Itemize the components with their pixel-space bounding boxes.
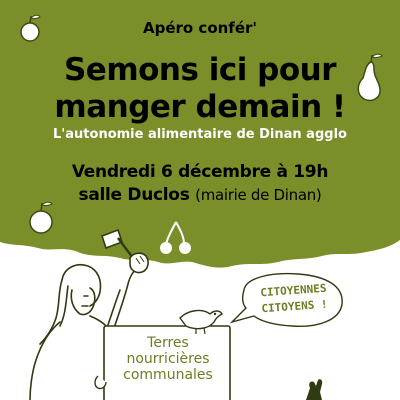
hand-icon [129,252,149,274]
sign-line-1: Terres [147,335,189,351]
event-venue: salle Duclos (mairie de Dinan) [0,185,400,205]
event-kicker: Apéro confér' [142,19,257,37]
hand-icon [306,379,323,400]
venue-name: salle Duclos [78,185,190,205]
event-poster: Apéro confér' Semons ici pour manger dem… [0,0,400,400]
headline-line-1: Semons ici pour [63,52,337,88]
headline-line-2: manger demain ! [54,89,346,125]
event-date: Vendredi 6 décembre à 19h [71,162,329,182]
speech-text: CITOYENNES CITOYENS ! [245,280,343,319]
sign-text: Terres nourricières communales [108,335,228,383]
event-tagline: L'autonomie alimentaire de Dinan agglo [53,127,347,142]
sign-line-3: communales [123,367,213,383]
sign-line-2: nourricières [126,351,210,367]
venue-detail: (mairie de Dinan) [195,186,322,204]
